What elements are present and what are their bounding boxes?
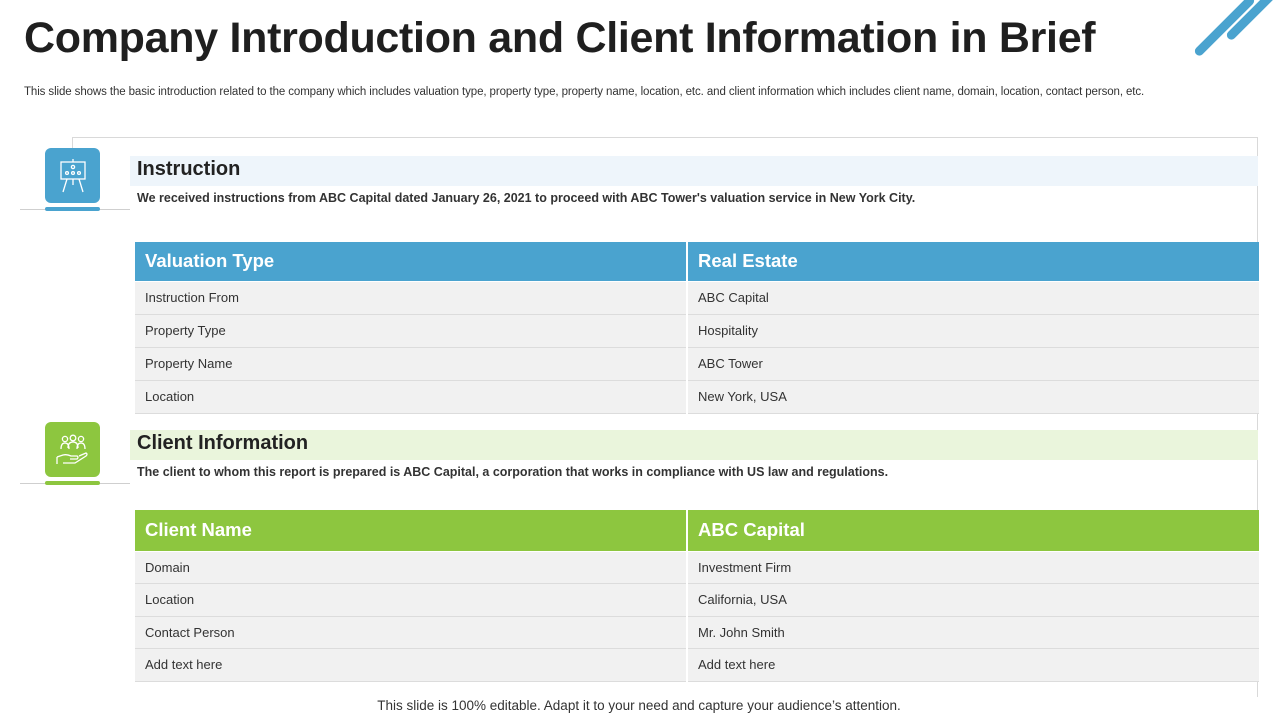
table-header-cell: Client Name <box>135 510 687 551</box>
table-cell: Add text here <box>686 648 1259 682</box>
table-cell: New York, USA <box>686 379 1259 414</box>
icon-underline <box>45 481 100 485</box>
table-header-cell: Valuation Type <box>135 242 687 281</box>
table-row: Contact Person Mr. John Smith <box>135 615 1259 649</box>
instruction-title: Instruction <box>137 158 241 180</box>
icon-underline <box>45 207 100 211</box>
client-table: Client Name ABC Capital Domain Investmen… <box>135 510 1259 682</box>
corner-stripes-decoration <box>1190 0 1280 60</box>
client-description: The client to whom this report is prepar… <box>137 465 889 479</box>
table-cell: Domain <box>135 550 687 584</box>
footer-note: This slide is 100% editable. Adapt it to… <box>377 698 901 713</box>
instruction-description: We received instructions from ABC Capita… <box>137 191 916 205</box>
page-subtitle: This slide shows the basic introduction … <box>24 86 1145 98</box>
table-cell: Property Type <box>135 313 687 348</box>
table-cell: Investment Firm <box>686 550 1259 584</box>
table-cell: Add text here <box>135 648 687 682</box>
table-cell: Contact Person <box>135 615 687 649</box>
table-header-row: Valuation Type Real Estate <box>135 242 1259 281</box>
table-cell: ABC Capital <box>686 280 1259 315</box>
client-title: Client Information <box>137 432 309 454</box>
frame-line <box>72 137 1258 138</box>
table-cell: Instruction From <box>135 280 687 315</box>
table-header-cell: Real Estate <box>686 242 1259 281</box>
table-cell: Location <box>135 583 687 617</box>
table-row: Domain Investment Firm <box>135 550 1259 584</box>
presentation-board-icon <box>45 148 100 203</box>
table-cell: ABC Tower <box>686 346 1259 381</box>
table-cell: California, USA <box>686 583 1259 617</box>
table-row: Location California, USA <box>135 583 1259 617</box>
table-row: Property Name ABC Tower <box>135 346 1259 381</box>
table-cell: Mr. John Smith <box>686 615 1259 649</box>
table-row: Location New York, USA <box>135 379 1259 414</box>
table-header-row: Client Name ABC Capital <box>135 510 1259 551</box>
instruction-band <box>130 156 1258 186</box>
page-title: Company Introduction and Client Informat… <box>24 14 1096 62</box>
team-hand-icon <box>45 422 100 477</box>
table-header-cell: ABC Capital <box>686 510 1259 551</box>
table-row: Instruction From ABC Capital <box>135 280 1259 315</box>
table-row: Property Type Hospitality <box>135 313 1259 348</box>
table-row: Add text here Add text here <box>135 648 1259 682</box>
table-cell: Property Name <box>135 346 687 381</box>
valuation-table: Valuation Type Real Estate Instruction F… <box>135 242 1259 414</box>
table-cell: Hospitality <box>686 313 1259 348</box>
table-cell: Location <box>135 379 687 414</box>
